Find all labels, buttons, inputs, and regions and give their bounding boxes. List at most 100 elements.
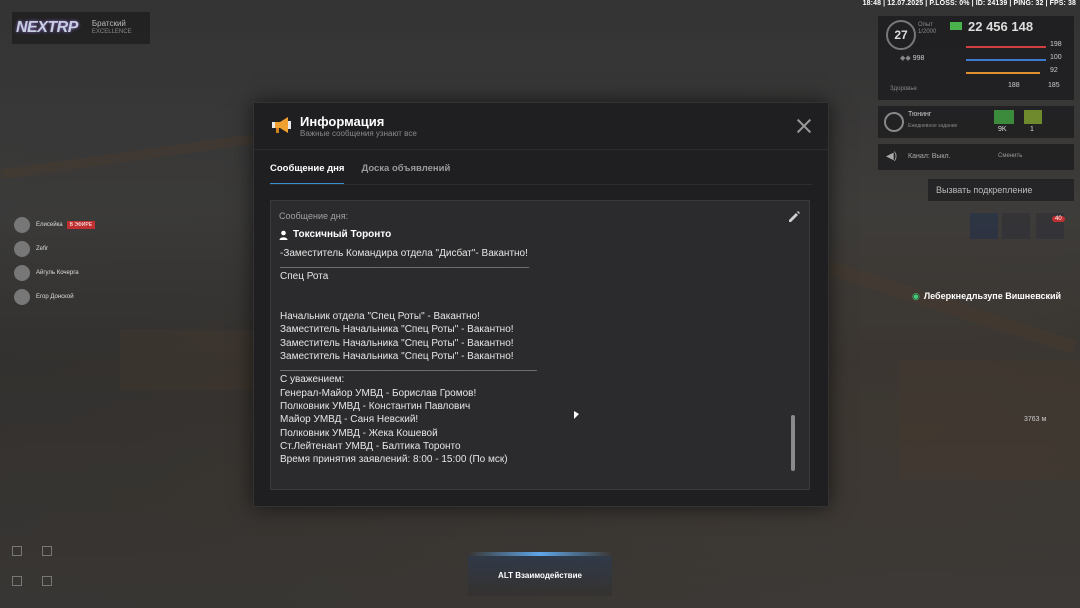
armor-bar [966, 59, 1046, 61]
tuning-title: Тюнинг [908, 111, 932, 118]
message-line: Заместитель Начальника "Спец Роты" - Вак… [280, 351, 514, 363]
channel-switch[interactable]: Сменить [998, 153, 1022, 159]
list-item: Zefir [14, 238, 164, 260]
message-line: Спец Рота [280, 271, 329, 283]
wheel-icon [884, 112, 904, 132]
dialog-title: Информация [300, 114, 385, 129]
list-item: Айгуль Кочерга [14, 262, 164, 284]
tuning-subtitle: Ежедневное задание [908, 123, 958, 129]
tab-divider [270, 184, 812, 185]
coin-reward: 1 [1030, 126, 1034, 133]
nearby-player-name: Леберкнедльзупе Вишневский [923, 291, 1062, 301]
stat-b: 185 [1048, 82, 1060, 89]
message-line: Полковник УМВД - Константин Павлович [280, 400, 471, 412]
message-label: Сообщение дня: [279, 211, 349, 221]
player-hud: 27 Опыт 1/2000 22 456 148 ◆◆ 998 Здоровье… [878, 16, 1074, 100]
logo-text: Братский EXCELLENCE [92, 19, 132, 37]
armor-value: 100 [1050, 54, 1062, 61]
message-line: Генерал-Майор УМВД - Борислав Громов! [280, 387, 477, 399]
user-icon [279, 230, 288, 240]
dialog-tabs: Сообщение дня Доска объявлений [270, 161, 467, 185]
nearby-player-label: ◉ Леберкнедльзупе Вишневский [912, 291, 1061, 302]
voice-list: Елисейка В ЭФИРЕ Zefir Айгуль Кочерга Ег… [14, 214, 164, 310]
server-sub: EXCELLENCE [91, 29, 132, 35]
level-exp-label: Опыт [918, 22, 933, 28]
message-line: Начальник отдела "Спец Роты" - Вакантно! [280, 311, 480, 323]
tab-message-of-day[interactable]: Сообщение дня [270, 161, 345, 185]
message-line: Майор УМВД - Саня Невский! [280, 414, 419, 426]
message-line: Заместитель Начальника "Спец Роты" - Вак… [280, 324, 514, 336]
coin-icon [1024, 110, 1042, 124]
interact-hint-text: ALT Взаимодействие [498, 571, 582, 580]
message-author: Токсичный Торонто [279, 229, 391, 240]
money-icon [950, 22, 962, 30]
tablet-icon[interactable] [1002, 213, 1030, 239]
message-line: С уважением: [280, 374, 345, 386]
hunger-bar [966, 72, 1040, 74]
message-panel[interactable]: Сообщение дня: Токсичный Торонто -Замест… [270, 200, 810, 490]
map-marker [42, 576, 52, 586]
speed-number: 998 [912, 55, 925, 62]
health-value: 198 [1050, 41, 1062, 48]
map-marker [12, 546, 22, 556]
list-item: Елисейка В ЭФИРЕ [14, 214, 164, 236]
message-line [280, 284, 790, 297]
stats-line: 18:48 | 12.07.2025 | P.LOSS: 0% | ID: 24… [862, 0, 1076, 7]
channel-label: Канал: Выкл. [908, 153, 951, 160]
mic-icon: ◉ [912, 291, 920, 301]
minimap-placeholder [12, 540, 122, 596]
health-label: Здоровье [890, 86, 917, 92]
stat-a: 188 [1008, 82, 1020, 89]
message-line: ________________________________________… [280, 364, 537, 372]
message-line: Полковник УМВД - Жека Кошевой [280, 427, 438, 439]
avatar [14, 241, 30, 257]
money-amount: 22 456 148 [968, 19, 1034, 34]
call-backup-button[interactable]: Вызвать подкрепление [928, 179, 1074, 201]
speed-value: ◆◆ 998 [900, 54, 924, 62]
radio-icon: ◀) [886, 151, 898, 162]
tab-bulletin-board[interactable]: Доска объявлений [361, 161, 450, 185]
scrollbar-thumb[interactable] [791, 415, 795, 471]
message-line: Время принятия заявлений: 8:00 - 15:00 (… [280, 454, 508, 466]
speed-icon: ◆◆ [900, 55, 911, 62]
message-line: Ст.Лейтенант УМВД - Балтика Торонто [280, 440, 461, 452]
message-line: Заместитель Начальника "Спец Роты" - Вак… [280, 337, 514, 349]
voice-name: Zefir [36, 246, 48, 252]
interact-hint: ALT Взаимодействие [468, 552, 612, 596]
server-logo: NEXTRP Братский EXCELLENCE [12, 12, 150, 44]
avatar [14, 289, 30, 305]
radio-channel-panel[interactable]: ◀) Канал: Выкл. Сменить [878, 144, 1074, 170]
avatar [14, 217, 30, 233]
avatar [14, 265, 30, 281]
message-line: ________________________________________… [280, 261, 530, 269]
waypoint-distance: 3763 м [1024, 416, 1047, 423]
list-item: Егор Донской [14, 286, 164, 308]
voice-name: Елисейка [36, 222, 63, 228]
notification-badge: 40 [1052, 216, 1065, 222]
message-line: -Заместитель Командира отдела "Дисбат"- … [280, 248, 528, 259]
close-icon[interactable] [795, 117, 813, 135]
info-dialog: Информация Важные сообщения узнают все С… [253, 102, 829, 507]
dialog-header: Информация Важные сообщения узнают все [254, 103, 828, 150]
pencil-icon[interactable] [787, 210, 801, 224]
tuning-panel[interactable]: Тюнинг Ежедневное задание 9K 1 [878, 106, 1074, 138]
voice-name: Айгуль Кочерга [36, 270, 79, 276]
level-badge: 27 [886, 20, 916, 50]
server-name: Братский [91, 19, 126, 28]
megaphone-icon [272, 117, 291, 133]
level-exp: Опыт 1/2000 [918, 22, 936, 36]
calendar-icon[interactable] [970, 213, 998, 239]
message-line [280, 297, 790, 310]
on-air-badge: В ЭФИРЕ [66, 221, 96, 229]
hunger-value: 92 [1050, 67, 1058, 74]
cash-reward: 9K [998, 126, 1007, 133]
logo-mark: NEXTRP [16, 19, 78, 36]
dialog-subtitle: Важные сообщения узнают все [300, 129, 417, 138]
health-bar [966, 46, 1046, 48]
voice-name: Егор Донской [36, 294, 74, 300]
map-marker [42, 546, 52, 556]
cash-icon [994, 110, 1014, 124]
map-marker [12, 576, 22, 586]
level-exp-value: 1/2000 [918, 29, 937, 35]
mouse-cursor [574, 411, 579, 419]
